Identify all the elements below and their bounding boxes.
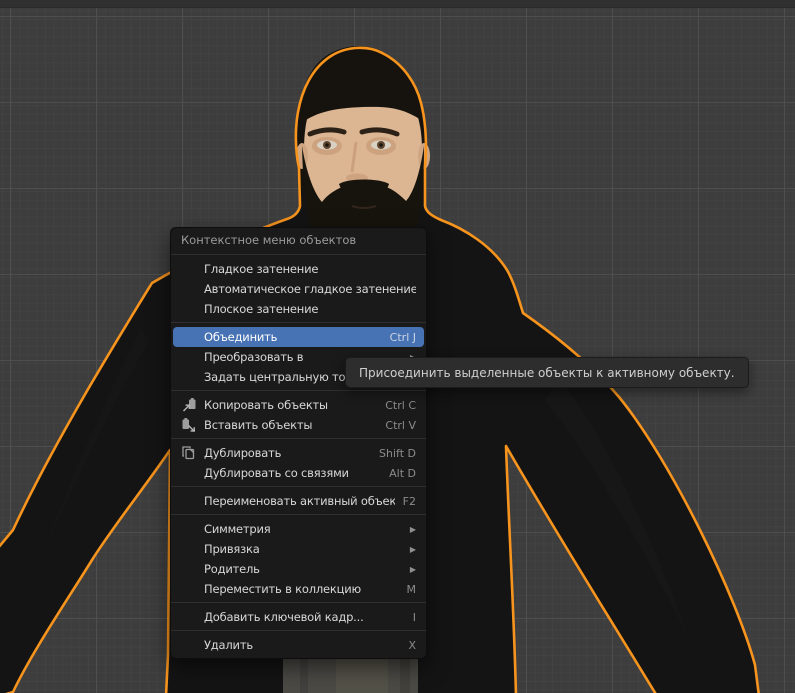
menu-separator <box>171 602 426 603</box>
menu-item-paste-objects[interactable]: Вставить объекты Ctrl V <box>173 415 424 435</box>
menu-item-copy-objects[interactable]: Копировать объекты Ctrl C <box>173 395 424 415</box>
menu-item-shade-auto-smooth[interactable]: Автоматическое гладкое затенение <box>173 279 424 299</box>
menu-item-parent[interactable]: Родитель ▶ <box>173 559 424 579</box>
menu-item-duplicate[interactable]: Дублировать Shift D <box>173 443 424 463</box>
menu-separator <box>171 438 426 439</box>
menu-item-join[interactable]: Объединить Ctrl J <box>173 327 424 347</box>
menu-item-shade-flat[interactable]: Плоское затенение <box>173 299 424 319</box>
menu-separator <box>171 486 426 487</box>
menu-item-move-to-collection[interactable]: Переместить в коллекцию M <box>173 579 424 599</box>
context-menu-title: Контекстное меню объектов <box>171 228 426 251</box>
menu-item-rename-active[interactable]: Переименовать активный объект... F2 <box>173 491 424 511</box>
submenu-arrow-icon: ▶ <box>410 525 416 534</box>
menu-item-duplicate-linked[interactable]: Дублировать со связями Alt D <box>173 463 424 483</box>
duplicate-icon <box>181 445 197 461</box>
menu-separator <box>171 514 426 515</box>
object-context-menu: Контекстное меню объектов Гладкое затене… <box>170 227 427 659</box>
menu-item-shade-smooth[interactable]: Гладкое затенение <box>173 259 424 279</box>
menu-separator <box>171 254 426 255</box>
join-tooltip: Присоединить выделенные объекты к активн… <box>345 357 749 388</box>
copy-icon <box>181 397 197 413</box>
menu-item-delete[interactable]: Удалить X <box>173 635 424 655</box>
eye-left <box>317 140 337 149</box>
blender-3d-viewport[interactable]: Контекстное меню объектов Гладкое затене… <box>0 0 795 693</box>
submenu-arrow-icon: ▶ <box>410 565 416 574</box>
eye-right <box>371 140 391 149</box>
menu-item-insert-keyframe[interactable]: Добавить ключевой кадр... I <box>173 607 424 627</box>
menu-item-snap[interactable]: Привязка ▶ <box>173 539 424 559</box>
tooltip-text: Присоединить выделенные объекты к активн… <box>359 366 735 380</box>
menu-separator <box>171 390 426 391</box>
menu-separator <box>171 630 426 631</box>
paste-icon <box>181 417 197 433</box>
menu-separator <box>171 322 426 323</box>
submenu-arrow-icon: ▶ <box>410 545 416 554</box>
menu-item-mirror[interactable]: Симметрия ▶ <box>173 519 424 539</box>
